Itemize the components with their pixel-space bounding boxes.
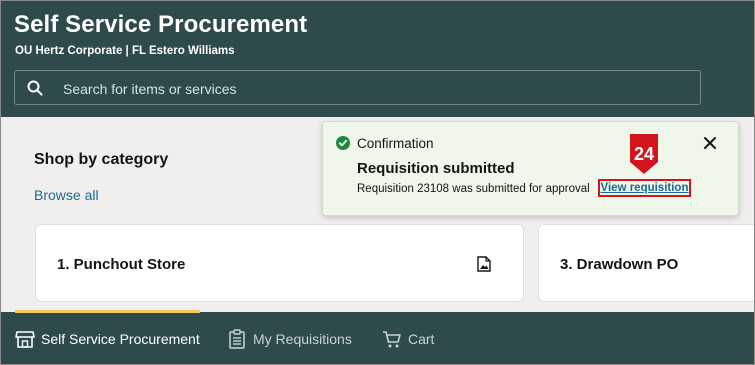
category-card[interactable]: 3. Drawdown PO — [538, 224, 754, 302]
app-window: Self Service Procurement OU Hertz Corpor… — [0, 0, 755, 365]
toast-heading: Requisition submitted — [357, 160, 515, 177]
nav-label: My Requisitions — [253, 331, 352, 347]
search-input[interactable] — [61, 79, 685, 99]
category-card-label: 3. Drawdown PO — [560, 256, 679, 273]
toast-message: Requisition 23108 was submitted for appr… — [357, 183, 590, 195]
clipboard-list-icon — [229, 329, 245, 349]
store-icon — [15, 331, 35, 348]
nav-label: Cart — [408, 331, 435, 347]
image-document-icon — [477, 256, 491, 272]
bottom-nav: Self Service Procurement My Requisitions… — [1, 310, 754, 364]
category-card[interactable]: 1. Punchout Store — [35, 224, 524, 302]
search-bar[interactable] — [14, 70, 701, 105]
app-header: Self Service Procurement OU Hertz Corpor… — [1, 1, 754, 117]
browse-all-link[interactable]: Browse all — [34, 187, 99, 203]
toast-type-label: Confirmation — [357, 136, 434, 151]
business-unit-label: OU Hertz Corporate | FL Estero Williams — [15, 45, 235, 57]
cart-icon — [383, 331, 401, 348]
nav-label: Self Service Procurement — [41, 331, 200, 347]
app-title: Self Service Procurement — [14, 11, 308, 38]
confirmation-toast: Confirmation Requisition submitted Requi… — [322, 121, 739, 216]
category-card-label: 1. Punchout Store — [57, 256, 186, 273]
view-requisition-link[interactable]: View requisition — [598, 179, 691, 197]
step-marker-number: 24 — [633, 144, 655, 164]
success-check-icon — [336, 136, 350, 150]
close-icon[interactable] — [701, 134, 719, 152]
active-nav-indicator — [15, 310, 200, 313]
section-title: Shop by category — [34, 151, 169, 168]
search-icon — [27, 80, 43, 96]
